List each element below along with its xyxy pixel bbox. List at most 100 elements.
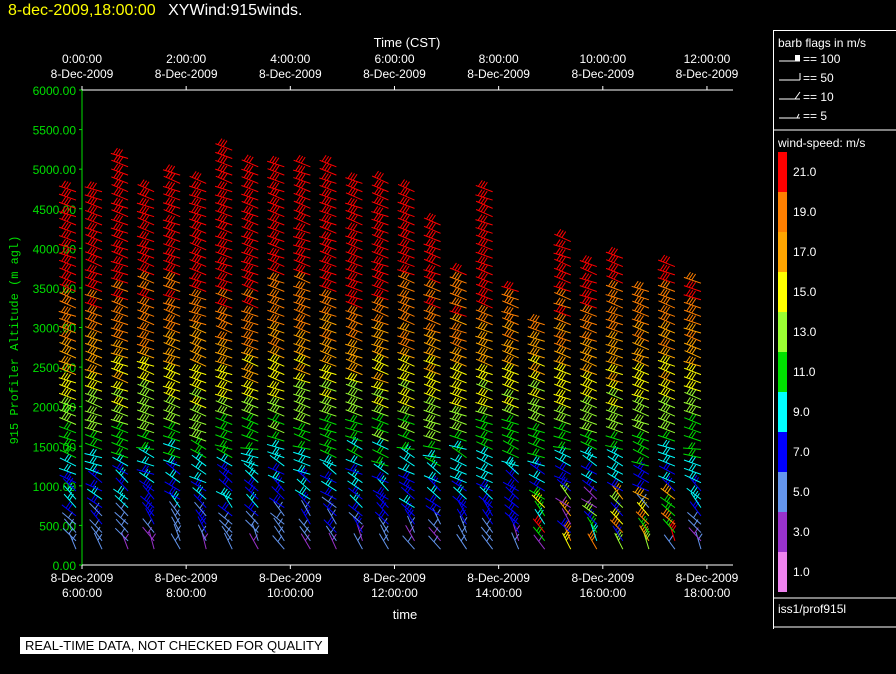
top-tick-time: 12:00:00 [684,52,731,66]
wind-barb-shaft [502,440,519,450]
wind-barb-shaft [166,462,181,475]
top-tick-time: 10:00:00 [579,52,626,66]
wind-barb-shaft [115,502,129,517]
wind-barb-shaft [453,486,467,500]
wind-barb-shaft [580,465,598,475]
wind-barb-shaft [689,476,702,492]
wind-barb-shaft [164,481,181,492]
wind-barb-shaft [86,488,103,500]
wind-barb-shaft [243,479,259,492]
wind-barb-shaft [451,480,467,492]
wind-barb-shaft [426,462,441,475]
wind-barb-shaft [293,433,311,442]
wind-barb-shaft [528,473,545,484]
x-tick-time: 10:00:00 [267,586,314,600]
wind-barb-shaft [244,469,259,484]
wind-barb-shaft [660,496,676,509]
wind-barb-shaft [456,533,468,550]
wind-barb-shaft [687,512,702,525]
wind-barb-shaft [424,456,441,467]
x-tick-time: 8:00:00 [166,586,206,600]
wind-barb-shaft [114,494,129,508]
x-tick-date: 8-Dec-2009 [676,571,739,585]
wind-barb-shaft [216,456,233,467]
wind-barb-shaft [583,486,598,500]
wind-barb-shaft [191,463,207,475]
wind-barb-shaft [216,448,233,459]
wind-barb-feather [433,519,439,526]
x-tick-time: 6:00:00 [62,586,102,600]
x-tick-date: 8-Dec-2009 [259,571,322,585]
x-tick-time: 16:00:00 [579,586,626,600]
y-tick-label: 5000.00 [33,163,77,177]
wind-barb-shaft [689,501,702,517]
wind-barb-shaft [349,494,363,508]
wind-barb-shaft [115,477,129,492]
legend-panel [773,30,896,629]
wind-barbs [58,138,703,550]
wind-barb-shaft [140,495,155,508]
wind-barb-shaft [398,481,415,492]
wind-barb-shaft [533,534,546,550]
wind-barb-shaft [428,535,441,550]
wind-barb-shaft [216,463,233,475]
wind-barb-shaft [505,486,520,500]
wind-barb-shaft [165,471,181,484]
wind-barb-shaft [425,497,441,509]
x-tick-time: 14:00:00 [475,586,522,600]
wind-barb-shaft [246,493,259,508]
wind-barb-shaft [554,456,572,467]
wind-barb-shaft [607,472,624,484]
top-tick-date: 8-Dec-2009 [363,67,426,81]
wind-barb-shaft [606,465,624,475]
x-tick-date: 8-Dec-2009 [51,571,114,585]
wind-barb-shaft [322,462,337,475]
x-tick-date: 8-Dec-2009 [467,571,530,585]
wind-barb-shaft [63,493,77,508]
wind-barb-shaft [346,439,363,450]
x-tick-date: 8-Dec-2009 [155,571,218,585]
wind-barb-shaft [480,526,494,542]
wind-barb-shaft [322,503,337,517]
wind-barb-shaft [532,526,546,542]
wind-barb-feather [693,511,698,519]
wind-barb-shaft [400,486,415,500]
wind-barb-shaft [219,519,233,533]
wind-barb-shaft [481,534,494,550]
wind-barb-shaft [86,497,103,509]
top-tick-time: 8:00:00 [479,52,519,66]
wind-barb-shaft [244,504,259,517]
wind-barb-shaft [502,481,519,492]
wind-barb-shaft [190,481,207,492]
wind-barb-shaft [138,448,155,459]
y-axis-label-group: 915 Profiler Altitude (m agl) [8,236,22,445]
top-tick-date: 8-Dec-2009 [155,67,218,81]
wind-barb-shaft [556,520,572,533]
top-tick-date: 8-Dec-2009 [467,67,530,81]
y-tick-label: 5500.00 [33,124,77,138]
wind-barb-shaft [632,440,650,450]
wind-profile-chart: 915 Profiler Altitude (m agl) Time (CST)… [8,35,739,622]
wind-barb-shaft [606,449,624,459]
top-tick-date: 8-Dec-2009 [571,67,634,81]
wind-barb-shaft [194,501,207,517]
y-tick-label: 2500.00 [33,361,77,375]
y-axis-label: 915 Profiler Altitude (m agl) [8,236,22,445]
wind-barb-shaft [425,505,441,517]
wind-barb-shaft [633,464,650,475]
wind-barb-shaft [88,470,103,484]
wind-barb-shaft [376,477,389,492]
top-tick-date: 8-Dec-2009 [51,67,114,81]
wind-barb-feather [276,511,282,519]
wind-barb-shaft [607,455,624,467]
wind-barb-shaft [113,488,129,500]
y-tick-label: 6000.00 [33,84,77,98]
wind-barb-shaft [299,526,311,542]
bottom-axis-label: time [393,607,418,622]
wind-barb-shaft [632,448,650,459]
x-tick-date: 8-Dec-2009 [363,571,426,585]
top-tick-date: 8-Dec-2009 [676,67,739,81]
wind-barb-shaft [479,486,493,500]
wind-barb-shaft [682,447,701,450]
wind-barb-shaft [142,526,155,542]
